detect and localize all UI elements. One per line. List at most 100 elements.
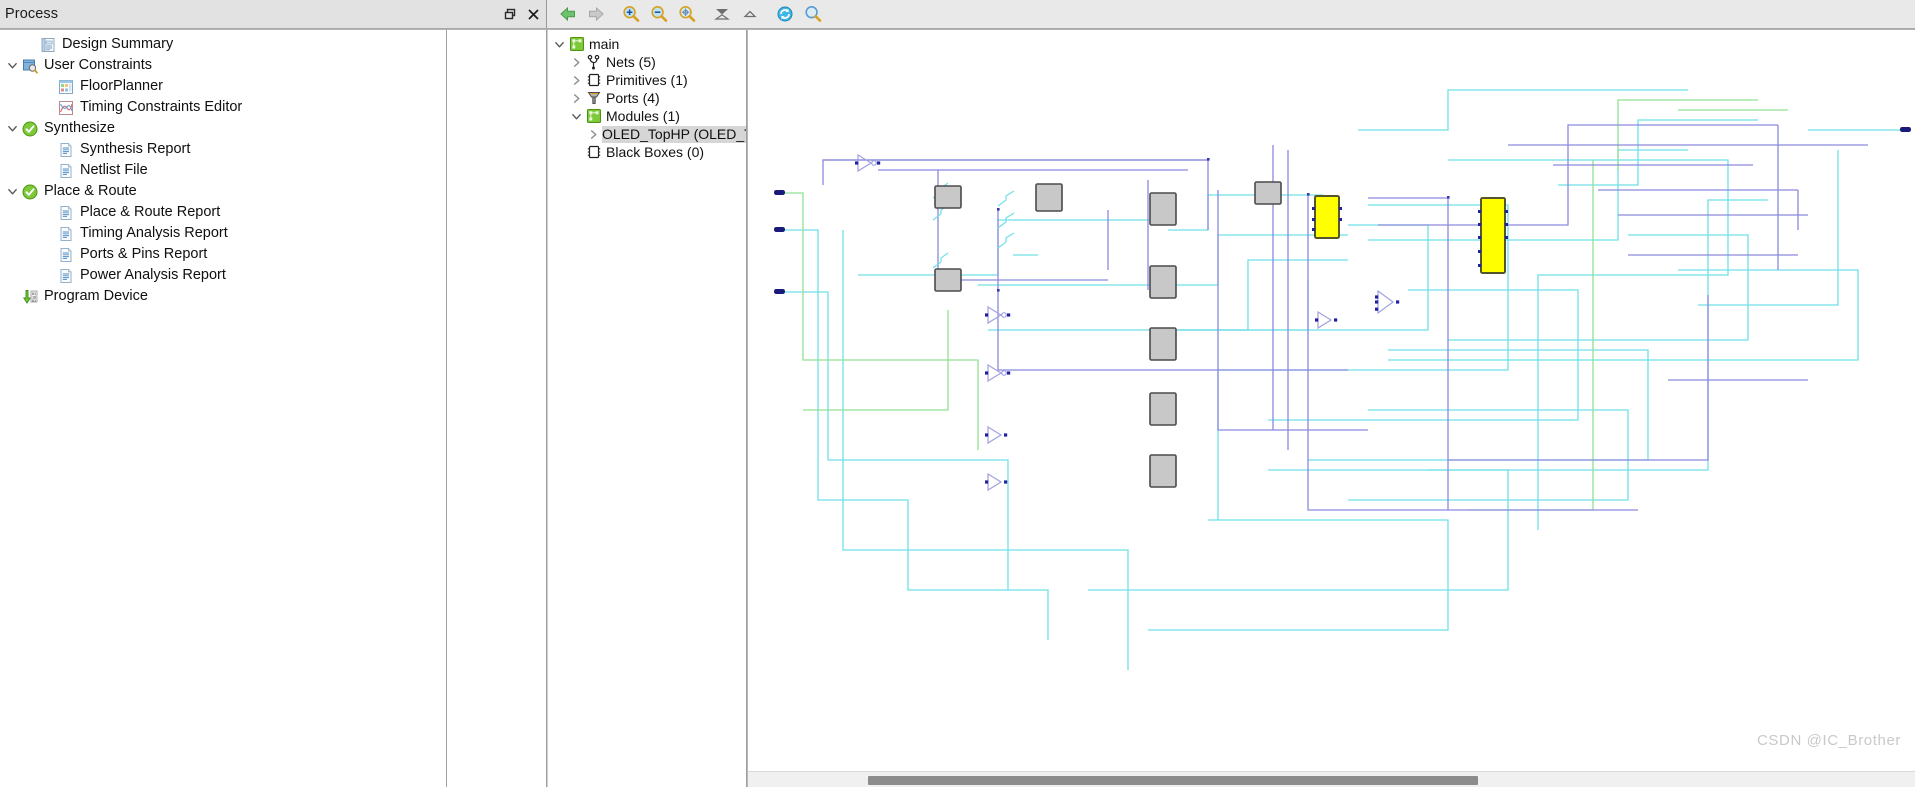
netlist-tree-item-hit[interactable]: Modules (1) bbox=[585, 108, 683, 125]
main-body: Design Summary User Constraints FloorPlann… bbox=[0, 30, 1915, 787]
port-icon bbox=[585, 90, 602, 105]
netlist-tree-item[interactable]: Primitives (1) bbox=[548, 71, 746, 89]
netlist-tree-item-hit[interactable]: Primitives (1) bbox=[585, 72, 691, 89]
empty-panel bbox=[447, 30, 547, 787]
summary-report-icon bbox=[38, 36, 57, 53]
close-panel-button[interactable] bbox=[526, 7, 540, 21]
process-tree-item[interactable]: Synthesize bbox=[0, 118, 446, 139]
process-tree-item[interactable]: User Constraints bbox=[0, 55, 446, 76]
process-tree-item[interactable]: Design Summary bbox=[0, 34, 446, 55]
netlist-tree-item-hit[interactable]: OLED_TopHP (OLED_T... bbox=[602, 125, 746, 143]
back-arrow-icon[interactable] bbox=[555, 2, 580, 27]
block-pin-dots bbox=[1312, 207, 1508, 267]
schematic-toolbar bbox=[547, 0, 1915, 29]
process-tree-item-label: Timing Constraints Editor bbox=[80, 98, 243, 115]
schematic-drawing bbox=[774, 89, 1911, 670]
netlist-tree-item-hit[interactable]: Ports (4) bbox=[585, 90, 663, 107]
process-tree-panel: Design Summary User Constraints FloorPlann… bbox=[0, 30, 447, 787]
process-tree-item-label: Program Device bbox=[44, 287, 148, 304]
program-device-icon: 01 10 01 bbox=[20, 288, 39, 305]
process-tree-item-label: Design Summary bbox=[62, 35, 174, 52]
process-tree-item-label: Netlist File bbox=[80, 161, 148, 178]
zoom-out-icon[interactable] bbox=[646, 2, 671, 27]
output-port-pin bbox=[1900, 127, 1911, 132]
zoom-in-icon[interactable] bbox=[618, 2, 643, 27]
netlist-tree-item[interactable]: OLED_TopHP (OLED_T... bbox=[548, 125, 746, 143]
zoom-fit-icon[interactable] bbox=[674, 2, 699, 27]
report-icon bbox=[56, 204, 75, 221]
process-tree-item[interactable]: Timing Constraints Editor bbox=[0, 97, 446, 118]
input-port-pins bbox=[774, 190, 785, 294]
netlist-tree-item-label: Black Boxes (0) bbox=[606, 143, 705, 160]
module-icon bbox=[585, 108, 602, 123]
chevron-down-icon[interactable] bbox=[4, 186, 20, 197]
process-tree-item[interactable]: Ports & Pins Report bbox=[0, 244, 446, 265]
netlist-tree-item[interactable]: Nets (5) bbox=[548, 53, 746, 71]
report-icon bbox=[56, 246, 75, 263]
netlist-tree: main Nets (5) Primitives (1) Ports (4) Modul… bbox=[548, 35, 746, 161]
netlist-tree-panel: main Nets (5) Primitives (1) Ports (4) Modul… bbox=[547, 30, 747, 787]
netlist-tree-item[interactable]: Black Boxes (0) bbox=[548, 143, 746, 161]
chevron-down-icon[interactable] bbox=[568, 111, 585, 122]
chevron-right-icon[interactable] bbox=[585, 129, 602, 140]
primitive-icon bbox=[585, 144, 602, 159]
report-icon bbox=[56, 141, 75, 158]
chevron-down-icon[interactable] bbox=[4, 123, 20, 134]
netlist-tree-item-hit[interactable]: Black Boxes (0) bbox=[585, 144, 707, 161]
green-check-icon bbox=[20, 183, 39, 200]
process-tree-item[interactable]: FloorPlanner bbox=[0, 76, 446, 97]
process-tree-item-label: Ports & Pins Report bbox=[80, 245, 208, 262]
panel-titlebar-buttons bbox=[503, 0, 540, 28]
process-tree-item[interactable]: Synthesis Report bbox=[0, 139, 446, 160]
netlist-tree-item[interactable]: Modules (1) bbox=[548, 107, 746, 125]
process-tree-item-label: Timing Analysis Report bbox=[80, 224, 228, 241]
process-tree-item[interactable]: Place & Route bbox=[0, 181, 446, 202]
schematic-canvas[interactable]: CSDN @IC_Brother bbox=[748, 30, 1915, 771]
chevron-right-icon[interactable] bbox=[568, 57, 585, 68]
module-icon bbox=[568, 36, 585, 51]
constraints-icon bbox=[20, 57, 39, 74]
chevron-down-icon[interactable] bbox=[551, 39, 568, 50]
process-tree-item-label: Power Analysis Report bbox=[80, 266, 226, 283]
primitive-icon bbox=[585, 72, 602, 87]
netlist-tree-item[interactable]: main bbox=[548, 35, 746, 53]
expand-up-icon[interactable] bbox=[737, 2, 762, 27]
schematic-view: CSDN @IC_Brother bbox=[747, 30, 1915, 787]
netlist-tree-item-label: Primitives (1) bbox=[606, 71, 688, 88]
chevron-down-icon[interactable] bbox=[4, 60, 20, 71]
horizontal-scrollbar[interactable] bbox=[748, 771, 1915, 787]
floorplanner-icon bbox=[56, 78, 75, 95]
green-check-icon bbox=[20, 120, 39, 137]
netlist-tree-item-label: main bbox=[589, 35, 620, 52]
process-tree-item[interactable]: 01 10 01 Program Device bbox=[0, 286, 446, 307]
process-tree-item[interactable]: Timing Analysis Report bbox=[0, 223, 446, 244]
process-panel-titlebar: Process bbox=[0, 0, 547, 29]
process-tree-item[interactable]: Netlist File bbox=[0, 160, 446, 181]
netlist-tree-item-hit[interactable]: main bbox=[568, 36, 622, 53]
process-tree-item[interactable]: Power Analysis Report bbox=[0, 265, 446, 286]
collapse-vertical-icon[interactable] bbox=[709, 2, 734, 27]
search-icon[interactable] bbox=[800, 2, 825, 27]
top-bar: Process bbox=[0, 0, 1915, 30]
process-tree-item-label: Synthesis Report bbox=[80, 140, 191, 157]
process-tree-item[interactable]: Place & Route Report bbox=[0, 202, 446, 223]
netlist-tree-item-label: Ports (4) bbox=[606, 89, 660, 106]
float-panel-button[interactable] bbox=[503, 7, 517, 21]
process-panel-title: Process bbox=[5, 6, 59, 22]
netlist-tree-item-label: Nets (5) bbox=[606, 53, 656, 70]
process-tree-item-label: FloorPlanner bbox=[80, 77, 164, 94]
report-icon bbox=[56, 267, 75, 284]
process-tree-item-label: Synthesize bbox=[44, 119, 115, 136]
netlist-tree-item[interactable]: Ports (4) bbox=[548, 89, 746, 107]
report-icon bbox=[56, 162, 75, 179]
refresh-icon[interactable] bbox=[772, 2, 797, 27]
process-tree: Design Summary User Constraints FloorPlann… bbox=[0, 34, 446, 307]
chevron-right-icon[interactable] bbox=[568, 93, 585, 104]
netlist-tree-item-hit[interactable]: Nets (5) bbox=[585, 54, 659, 71]
horizontal-scrollbar-thumb[interactable] bbox=[868, 776, 1478, 785]
svg-text:01: 01 bbox=[31, 299, 35, 303]
forward-arrow-icon[interactable] bbox=[583, 2, 608, 27]
report-icon bbox=[56, 225, 75, 242]
wires-green bbox=[778, 99, 1788, 511]
chevron-right-icon[interactable] bbox=[568, 75, 585, 86]
